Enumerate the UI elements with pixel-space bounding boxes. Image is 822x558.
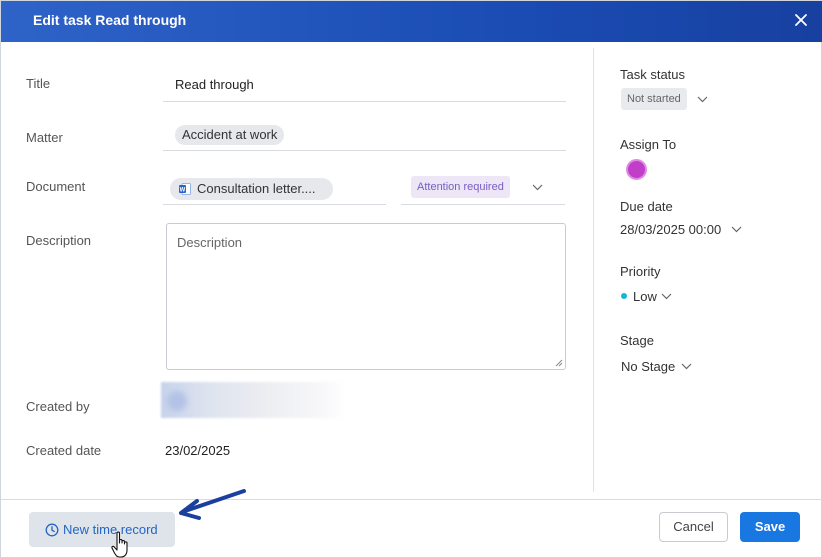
- task-status-label: Task status: [620, 67, 686, 82]
- dialog-header: Edit task Read through: [1, 1, 822, 42]
- chevron-down-icon: [532, 184, 543, 191]
- priority-dropdown[interactable]: [661, 293, 672, 300]
- hand-pointer-icon: [111, 531, 128, 558]
- title-value: Read through: [175, 77, 254, 92]
- created-by-avatar: [167, 391, 187, 411]
- task-status-dropdown[interactable]: [697, 96, 708, 103]
- task-status-badge[interactable]: Not started: [621, 88, 687, 110]
- description-placeholder: Description: [177, 235, 243, 250]
- stage-value[interactable]: No Stage: [621, 359, 675, 374]
- created-date-label: Created date: [26, 443, 102, 458]
- close-icon: [795, 14, 807, 26]
- assign-to-label: Assign To: [620, 137, 677, 152]
- resize-handle-icon[interactable]: [555, 359, 563, 367]
- new-time-record-button[interactable]: New time record: [29, 512, 175, 547]
- description-label: Description: [26, 233, 92, 248]
- cancel-button[interactable]: Cancel: [659, 512, 728, 542]
- chevron-down-icon: [731, 226, 742, 233]
- matter-chip[interactable]: Accident at work: [175, 125, 285, 145]
- chevron-down-icon: [681, 363, 692, 370]
- stage-label: Stage: [620, 333, 654, 348]
- created-by-label: Created by: [26, 399, 90, 414]
- priority-label: Priority: [620, 264, 661, 279]
- document-status-dropdown[interactable]: [532, 184, 543, 191]
- save-button[interactable]: Save: [740, 512, 800, 542]
- stage-dropdown[interactable]: [681, 363, 692, 370]
- annotation-arrow: [179, 489, 246, 520]
- title-field[interactable]: Read through: [163, 67, 566, 102]
- title-label: Title: [26, 76, 51, 91]
- chevron-down-icon: [697, 96, 708, 103]
- svg-text:W: W: [180, 187, 186, 193]
- edit-task-dialog: Edit task Read through Title Read throug…: [0, 0, 822, 558]
- matter-label: Matter: [26, 130, 63, 145]
- close-button[interactable]: [793, 12, 809, 28]
- document-label: Document: [26, 179, 86, 194]
- word-document-icon: W: [179, 183, 191, 195]
- due-date-label: Due date: [620, 199, 673, 214]
- created-by-user-blurred: [161, 382, 347, 418]
- matter-field[interactable]: Accident at work: [163, 119, 566, 151]
- chevron-down-icon: [661, 293, 672, 300]
- vertical-divider: [593, 48, 594, 492]
- description-textarea[interactable]: Description: [166, 223, 566, 370]
- document-chip[interactable]: W Consultation letter....: [170, 178, 333, 200]
- created-date-value: 23/02/2025: [165, 443, 231, 458]
- footer-divider: [1, 499, 822, 500]
- dialog-title: Edit task Read through: [33, 12, 187, 28]
- clock-icon: [45, 523, 59, 537]
- assignee-avatar[interactable]: [626, 159, 647, 180]
- document-name: Consultation letter....: [197, 181, 316, 196]
- due-date-value[interactable]: 28/03/2025 00:00: [620, 222, 721, 237]
- priority-indicator: [621, 293, 627, 299]
- document-status-badge: Attention required: [411, 176, 510, 198]
- priority-value[interactable]: Low: [633, 289, 657, 304]
- due-date-dropdown[interactable]: [731, 226, 742, 233]
